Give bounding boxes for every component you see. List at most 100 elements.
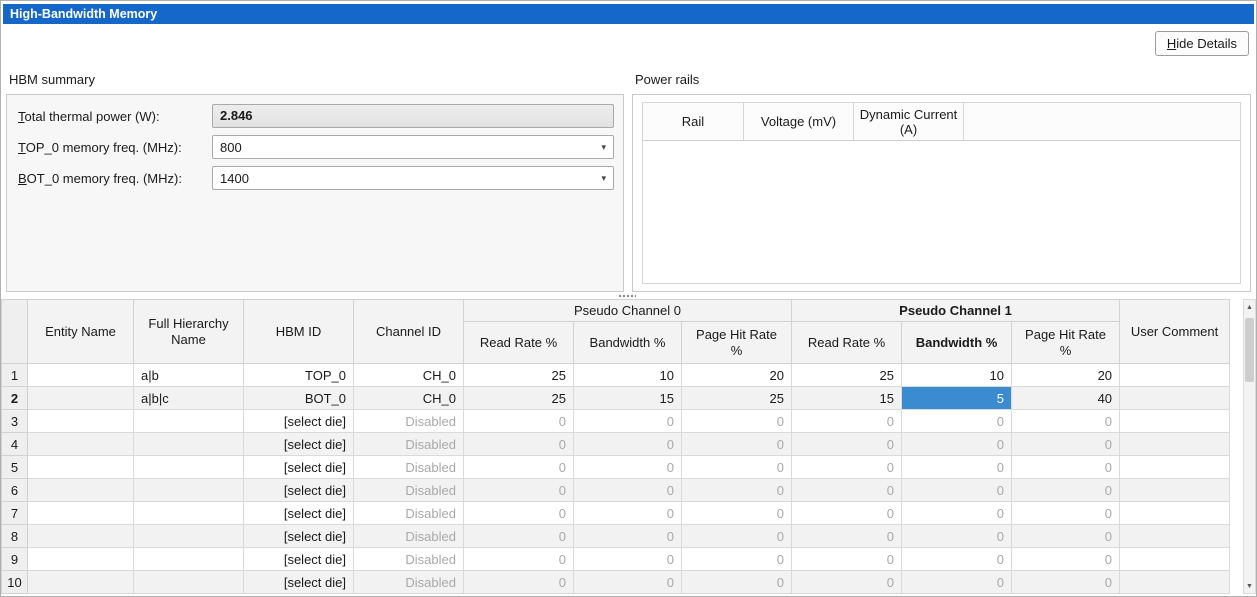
table-cell[interactable]: 0 <box>902 502 1012 525</box>
row-number[interactable]: 1 <box>2 364 28 387</box>
group-header-pseudo-channel-1[interactable]: Pseudo Channel 1 <box>792 300 1120 322</box>
scroll-down-icon[interactable]: ▼ <box>1244 579 1255 593</box>
table-cell[interactable]: BOT_0 <box>244 387 354 410</box>
row-number[interactable]: 5 <box>2 456 28 479</box>
table-cell[interactable]: 0 <box>792 502 902 525</box>
table-cell[interactable]: 0 <box>682 456 792 479</box>
table-cell[interactable]: 0 <box>1012 410 1120 433</box>
table-cell[interactable]: 15 <box>574 387 682 410</box>
row-number[interactable]: 8 <box>2 525 28 548</box>
table-cell[interactable]: 0 <box>902 571 1012 594</box>
table-cell[interactable]: 0 <box>574 502 682 525</box>
table-cell[interactable]: 0 <box>682 433 792 456</box>
row-number[interactable]: 10 <box>2 571 28 594</box>
table-cell[interactable]: 0 <box>574 525 682 548</box>
table-cell[interactable]: Disabled <box>354 456 464 479</box>
row-number[interactable]: 9 <box>2 548 28 571</box>
table-cell[interactable] <box>28 364 134 387</box>
table-cell[interactable]: 0 <box>574 410 682 433</box>
table-cell[interactable]: 0 <box>1012 502 1120 525</box>
table-cell[interactable]: Disabled <box>354 571 464 594</box>
table-cell[interactable] <box>28 410 134 433</box>
table-cell[interactable]: 25 <box>464 364 574 387</box>
col-header-hbm-id[interactable]: HBM ID <box>244 300 354 364</box>
table-cell[interactable]: 25 <box>682 387 792 410</box>
vertical-scrollbar[interactable]: ▲ ▼ <box>1243 299 1256 594</box>
splitter-handle[interactable] <box>618 293 636 298</box>
table-cell[interactable] <box>1120 479 1230 502</box>
table-cell[interactable]: 0 <box>464 525 574 548</box>
table-cell[interactable] <box>1120 387 1230 410</box>
rails-col-header-voltage[interactable]: Voltage (mV) <box>744 103 854 140</box>
table-cell[interactable]: 0 <box>464 479 574 502</box>
table-cell[interactable]: 0 <box>464 456 574 479</box>
scrollbar-thumb[interactable] <box>1245 318 1254 382</box>
col-header-page-hit-rate-pc0[interactable]: Page Hit Rate % <box>682 322 792 364</box>
table-cell[interactable]: [select die] <box>244 456 354 479</box>
table-cell[interactable] <box>134 502 244 525</box>
table-cell[interactable] <box>134 571 244 594</box>
table-cell[interactable]: 0 <box>1012 433 1120 456</box>
table-cell[interactable] <box>1120 410 1230 433</box>
rails-col-header-rail[interactable]: Rail <box>643 103 744 140</box>
col-header-full-hierarchy-name[interactable]: Full Hierarchy Name <box>134 300 244 364</box>
table-cell[interactable]: 0 <box>464 502 574 525</box>
row-number[interactable]: 7 <box>2 502 28 525</box>
table-cell[interactable]: [select die] <box>244 502 354 525</box>
table-cell[interactable]: CH_0 <box>354 364 464 387</box>
table-cell[interactable]: 25 <box>792 364 902 387</box>
table-cell[interactable]: 20 <box>1012 364 1120 387</box>
table-cell[interactable] <box>134 456 244 479</box>
table-cell[interactable]: Disabled <box>354 548 464 571</box>
table-cell[interactable]: 0 <box>792 433 902 456</box>
col-header-bandwidth-pc0[interactable]: Bandwidth % <box>574 322 682 364</box>
table-cell[interactable]: 0 <box>792 525 902 548</box>
top0-freq-dropdown[interactable]: 800 ▾ <box>212 135 614 159</box>
table-cell[interactable]: [select die] <box>244 410 354 433</box>
col-header-read-rate-pc0[interactable]: Read Rate % <box>464 322 574 364</box>
col-header-page-hit-rate-pc1[interactable]: Page Hit Rate % <box>1012 322 1120 364</box>
table-cell[interactable] <box>1120 502 1230 525</box>
scroll-up-icon[interactable]: ▲ <box>1244 300 1255 314</box>
table-cell[interactable]: 15 <box>792 387 902 410</box>
table-cell[interactable] <box>28 433 134 456</box>
table-cell[interactable]: 0 <box>1012 479 1120 502</box>
table-cell[interactable]: TOP_0 <box>244 364 354 387</box>
table-cell[interactable]: 0 <box>682 479 792 502</box>
table-cell[interactable] <box>1120 364 1230 387</box>
table-cell[interactable]: 0 <box>1012 525 1120 548</box>
hide-details-button[interactable]: Hide Details <box>1155 31 1249 56</box>
table-cell[interactable]: Disabled <box>354 502 464 525</box>
row-number[interactable]: 3 <box>2 410 28 433</box>
table-cell[interactable]: 0 <box>792 410 902 433</box>
table-cell[interactable]: 0 <box>574 433 682 456</box>
table-cell[interactable]: Disabled <box>354 479 464 502</box>
table-cell[interactable]: 0 <box>574 548 682 571</box>
row-number[interactable]: 2 <box>2 387 28 410</box>
col-header-entity-name[interactable]: Entity Name <box>28 300 134 364</box>
table-cell[interactable]: 0 <box>682 410 792 433</box>
table-cell[interactable] <box>1120 433 1230 456</box>
table-cell[interactable]: 0 <box>1012 571 1120 594</box>
table-cell[interactable]: a|b|c <box>134 387 244 410</box>
table-cell[interactable]: 0 <box>574 571 682 594</box>
table-cell[interactable]: 5 <box>902 387 1012 410</box>
table-cell[interactable]: 0 <box>682 502 792 525</box>
table-cell[interactable]: [select die] <box>244 571 354 594</box>
table-cell[interactable] <box>28 571 134 594</box>
table-cell[interactable]: 20 <box>682 364 792 387</box>
row-number[interactable]: 4 <box>2 433 28 456</box>
table-cell[interactable] <box>134 410 244 433</box>
table-cell[interactable]: 0 <box>574 479 682 502</box>
col-header-read-rate-pc1[interactable]: Read Rate % <box>792 322 902 364</box>
table-cell[interactable]: 0 <box>464 433 574 456</box>
col-header-bandwidth-pc1[interactable]: Bandwidth % <box>902 322 1012 364</box>
group-header-pseudo-channel-0[interactable]: Pseudo Channel 0 <box>464 300 792 322</box>
table-cell[interactable]: CH_0 <box>354 387 464 410</box>
table-cell[interactable] <box>28 525 134 548</box>
table-cell[interactable] <box>1120 548 1230 571</box>
scrollbar-track[interactable] <box>1244 314 1255 579</box>
table-cell[interactable]: 0 <box>902 525 1012 548</box>
table-cell[interactable]: 10 <box>574 364 682 387</box>
table-cell[interactable]: Disabled <box>354 410 464 433</box>
